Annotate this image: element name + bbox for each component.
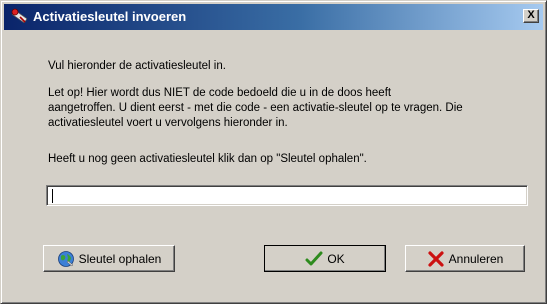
title-bar[interactable]: Activatiesleutel invoeren X	[4, 4, 543, 30]
activation-dialog: Activatiesleutel invoeren X Vul hieronde…	[0, 0, 547, 304]
warning-line: activatiesleutel voert u vervolgens hier…	[48, 117, 288, 129]
globe-icon	[57, 250, 74, 267]
fetch-key-label: Sleutel ophalen	[78, 251, 162, 266]
hint-text: Heeft u nog geen activatiesleutel klik d…	[48, 153, 367, 165]
warning-line: Let op! Hier wordt dus NIET de code bedo…	[48, 87, 392, 99]
fetch-key-button[interactable]: Sleutel ophalen	[43, 245, 175, 272]
close-icon: X	[527, 9, 535, 21]
cancel-button[interactable]: Annuleren	[405, 245, 525, 272]
ok-label: OK	[327, 251, 345, 266]
activation-key-input[interactable]	[46, 185, 528, 206]
key-icon	[11, 8, 28, 23]
cancel-label: Annuleren	[448, 251, 504, 266]
window-title: Activatiesleutel invoeren	[33, 9, 187, 24]
checkmark-icon	[305, 251, 323, 265]
red-x-icon	[428, 250, 444, 267]
instruction-text: Vul hieronder de activatiesleutel in.	[48, 60, 226, 72]
ok-button[interactable]: OK	[264, 245, 386, 272]
warning-line: aangetroffen. U dient eerst - met die co…	[48, 102, 463, 114]
close-button[interactable]: X	[523, 9, 539, 23]
text-caret	[52, 189, 53, 203]
warning-text: Let op! Hier wordt dus NIET de code bedo…	[48, 86, 508, 131]
